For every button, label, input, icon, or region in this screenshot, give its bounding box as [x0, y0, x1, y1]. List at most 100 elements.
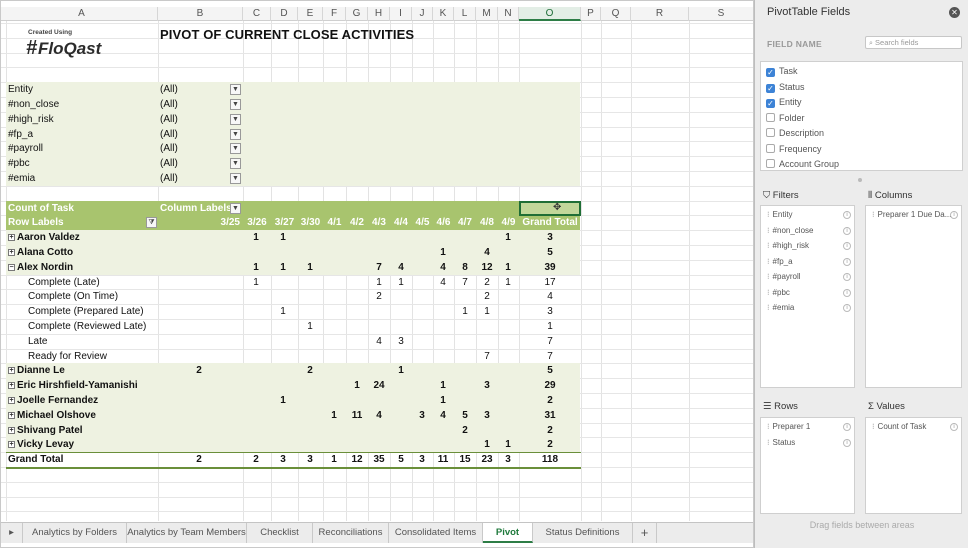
value-cell[interactable]: 2 [298, 363, 322, 378]
column-header-d[interactable]: D [271, 7, 298, 21]
grand-total-row[interactable]: Grand Total 2 2 3 3 1 12 35 5 3 11 15 23 3 118 [6, 452, 581, 467]
checkbox[interactable]: ✓ [766, 83, 775, 93]
value-cell[interactable]: 2 [475, 289, 499, 304]
value-cell[interactable]: 1 [271, 230, 295, 245]
column-header-n[interactable]: N [498, 7, 519, 21]
expand-icon[interactable]: + [8, 382, 15, 389]
table-row[interactable]: + Joelle Fernandez 1 1 2 [6, 393, 581, 408]
info-icon[interactable]: i [843, 242, 851, 250]
table-row[interactable]: + Dianne Le 2 2 1 5 [6, 363, 581, 378]
value-cell[interactable]: 7 [453, 275, 477, 290]
sheet-tab-analytics-by-team-members[interactable]: Analytics by Team Members [127, 523, 247, 543]
sheet-tab-pivot[interactable]: Pivot [483, 523, 533, 543]
value-cell[interactable]: 1 [298, 319, 322, 334]
table-row[interactable]: Complete (Late) 1 1 1 4 7 2 1 17 [6, 275, 581, 290]
row-total-cell[interactable]: 7 [519, 349, 581, 364]
value-cell[interactable]: 7 [367, 260, 391, 275]
value-cell[interactable]: 1 [496, 260, 520, 275]
value-cell[interactable]: 1 [389, 275, 413, 290]
value-cell[interactable]: 1 [244, 275, 268, 290]
column-header-h[interactable]: H [368, 7, 390, 21]
filters-drop-area[interactable]: ⁝ Entity i ⁝ #non_close i ⁝ #high_risk i ⁝ #fp_a i ⁝… [760, 205, 855, 388]
area-item[interactable]: ⁝ #pbc [767, 287, 790, 299]
value-cell[interactable]: 1 [453, 304, 477, 319]
grand-total-cell[interactable]: 11 [431, 452, 455, 467]
field-item-frequency[interactable]: Frequency [766, 143, 822, 155]
field-item-entity[interactable]: ✓ Entity [766, 96, 802, 108]
column-header-c[interactable]: C [243, 7, 271, 21]
column-header-p[interactable]: P [581, 7, 601, 21]
row-total-cell[interactable]: 7 [519, 334, 581, 349]
column-header-k[interactable]: K [433, 7, 454, 21]
area-item[interactable]: ⁝ Entity [767, 209, 793, 221]
area-item[interactable]: ⁝ #high_risk [767, 240, 809, 252]
value-cell[interactable]: 2 [187, 363, 211, 378]
value-cell[interactable]: 2 [453, 423, 477, 438]
value-cell[interactable]: 1 [271, 260, 295, 275]
grand-total-cell[interactable]: 2 [187, 452, 211, 467]
checkbox[interactable]: ✓ [766, 99, 775, 108]
spreadsheet[interactable]: ABCDEFGHIJKLMNOPQRS Entity (All) ▼ #non_clo… [0, 0, 754, 548]
area-item[interactable]: ⁝ #fp_a [767, 256, 793, 268]
column-header-e[interactable]: E [298, 7, 323, 21]
value-cell[interactable]: 1 [345, 378, 369, 393]
value-cell[interactable]: 4 [431, 408, 455, 423]
column-header-b[interactable]: B [158, 7, 243, 21]
filter-value[interactable]: (All) [160, 97, 178, 112]
row-total-cell[interactable]: 1 [519, 319, 581, 334]
table-row[interactable]: Ready for Review 7 7 [6, 349, 581, 364]
value-cell[interactable]: 1 [431, 245, 455, 260]
tab-scroll-arrow[interactable]: ▸ [1, 523, 23, 543]
table-row[interactable]: + Michael Olshove 1 11 4 3 4 5 3 31 [6, 408, 581, 423]
info-icon[interactable]: i [843, 257, 851, 266]
area-item[interactable]: ⁝ Preparer 1 Due Da... [872, 209, 951, 221]
row-total-cell[interactable]: 3 [519, 304, 581, 319]
value-cell[interactable]: 1 [496, 230, 520, 245]
row-total-cell[interactable]: 31 [519, 408, 581, 423]
column-header-g[interactable]: G [346, 7, 368, 21]
row-total-cell[interactable]: 5 [519, 245, 581, 260]
chevron-down-icon[interactable]: ▼ [230, 114, 241, 125]
field-item-task[interactable]: ✓ Task [766, 65, 798, 77]
field-item-description[interactable]: Description [766, 127, 824, 139]
column-header-f[interactable]: F [323, 7, 346, 21]
grand-total-sum[interactable]: 118 [519, 452, 581, 467]
grand-total-cell[interactable]: 35 [367, 452, 391, 467]
value-cell[interactable]: 5 [453, 408, 477, 423]
area-item[interactable]: ⁝ #emia [767, 302, 794, 314]
chevron-down-icon[interactable]: ▼ [230, 173, 241, 184]
filter-value[interactable]: (All) [160, 156, 178, 171]
column-header-o[interactable]: O [519, 7, 581, 21]
expand-icon[interactable]: + [8, 249, 15, 256]
row-total-cell[interactable]: 2 [519, 437, 581, 452]
value-cell[interactable]: 4 [431, 260, 455, 275]
sheet-tab-status-definitions[interactable]: Status Definitions [533, 523, 633, 543]
value-cell[interactable]: 4 [431, 275, 455, 290]
table-row[interactable]: Complete (Prepared Late) 1 1 1 3 [6, 304, 581, 319]
table-row[interactable]: + Shivang Patel 2 2 [6, 423, 581, 438]
info-icon[interactable]: i [843, 211, 851, 219]
chevron-down-icon[interactable]: ▼ [230, 99, 241, 110]
expand-icon[interactable]: + [8, 234, 15, 241]
field-item-status[interactable]: ✓ Status [766, 81, 805, 93]
grand-total-cell[interactable]: 3 [271, 452, 295, 467]
table-row[interactable]: − Alex Nordin 1 1 1 7 4 4 8 12 1 39 [6, 260, 581, 275]
row-total-cell[interactable]: 2 [519, 393, 581, 408]
rows-drop-area[interactable]: ⁝ Preparer 1 i ⁝ Status i [760, 417, 855, 514]
chevron-down-icon[interactable]: ▼ [230, 84, 241, 95]
chevron-down-icon[interactable]: ▼ [230, 203, 241, 214]
area-item[interactable]: ⁝ Count of Task [872, 421, 926, 433]
checkbox[interactable] [766, 143, 775, 153]
info-icon[interactable]: i [843, 438, 851, 447]
area-item[interactable]: ⁝ #payroll [767, 271, 801, 283]
value-cell[interactable]: 3 [475, 408, 499, 423]
grand-total-cell[interactable]: 15 [453, 452, 477, 467]
grand-total-cell[interactable]: 3 [298, 452, 322, 467]
value-cell[interactable]: 4 [475, 245, 499, 260]
sheet-tab-analytics-by-folders[interactable]: Analytics by Folders [23, 523, 127, 543]
row-total-cell[interactable]: 39 [519, 260, 581, 275]
value-cell[interactable]: 2 [367, 289, 391, 304]
values-drop-area[interactable]: ⁝ Count of Task i [865, 417, 962, 514]
splitter-handle[interactable] [858, 178, 862, 182]
value-cell[interactable]: 1 [271, 393, 295, 408]
